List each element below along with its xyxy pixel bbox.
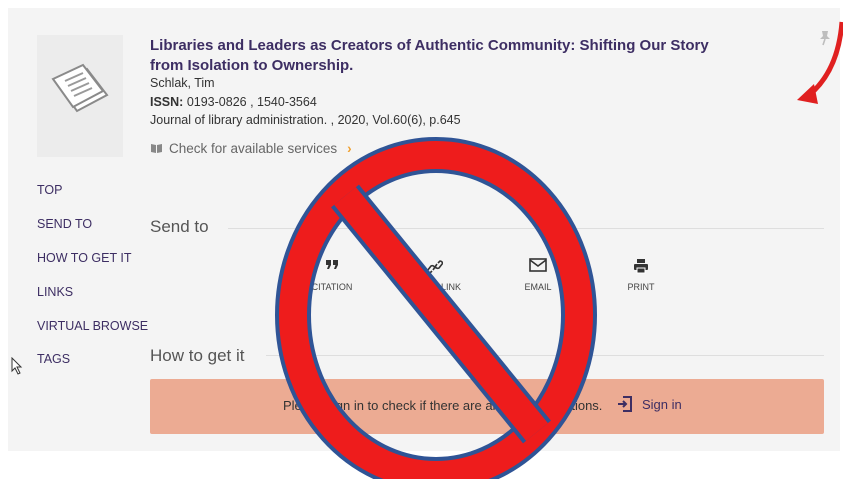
prohibition-sign-icon: [275, 137, 597, 479]
mouse-cursor-icon: [11, 357, 23, 375]
prohibition-overlay: [275, 21, 843, 479]
curved-arrow-icon: [797, 21, 843, 104]
